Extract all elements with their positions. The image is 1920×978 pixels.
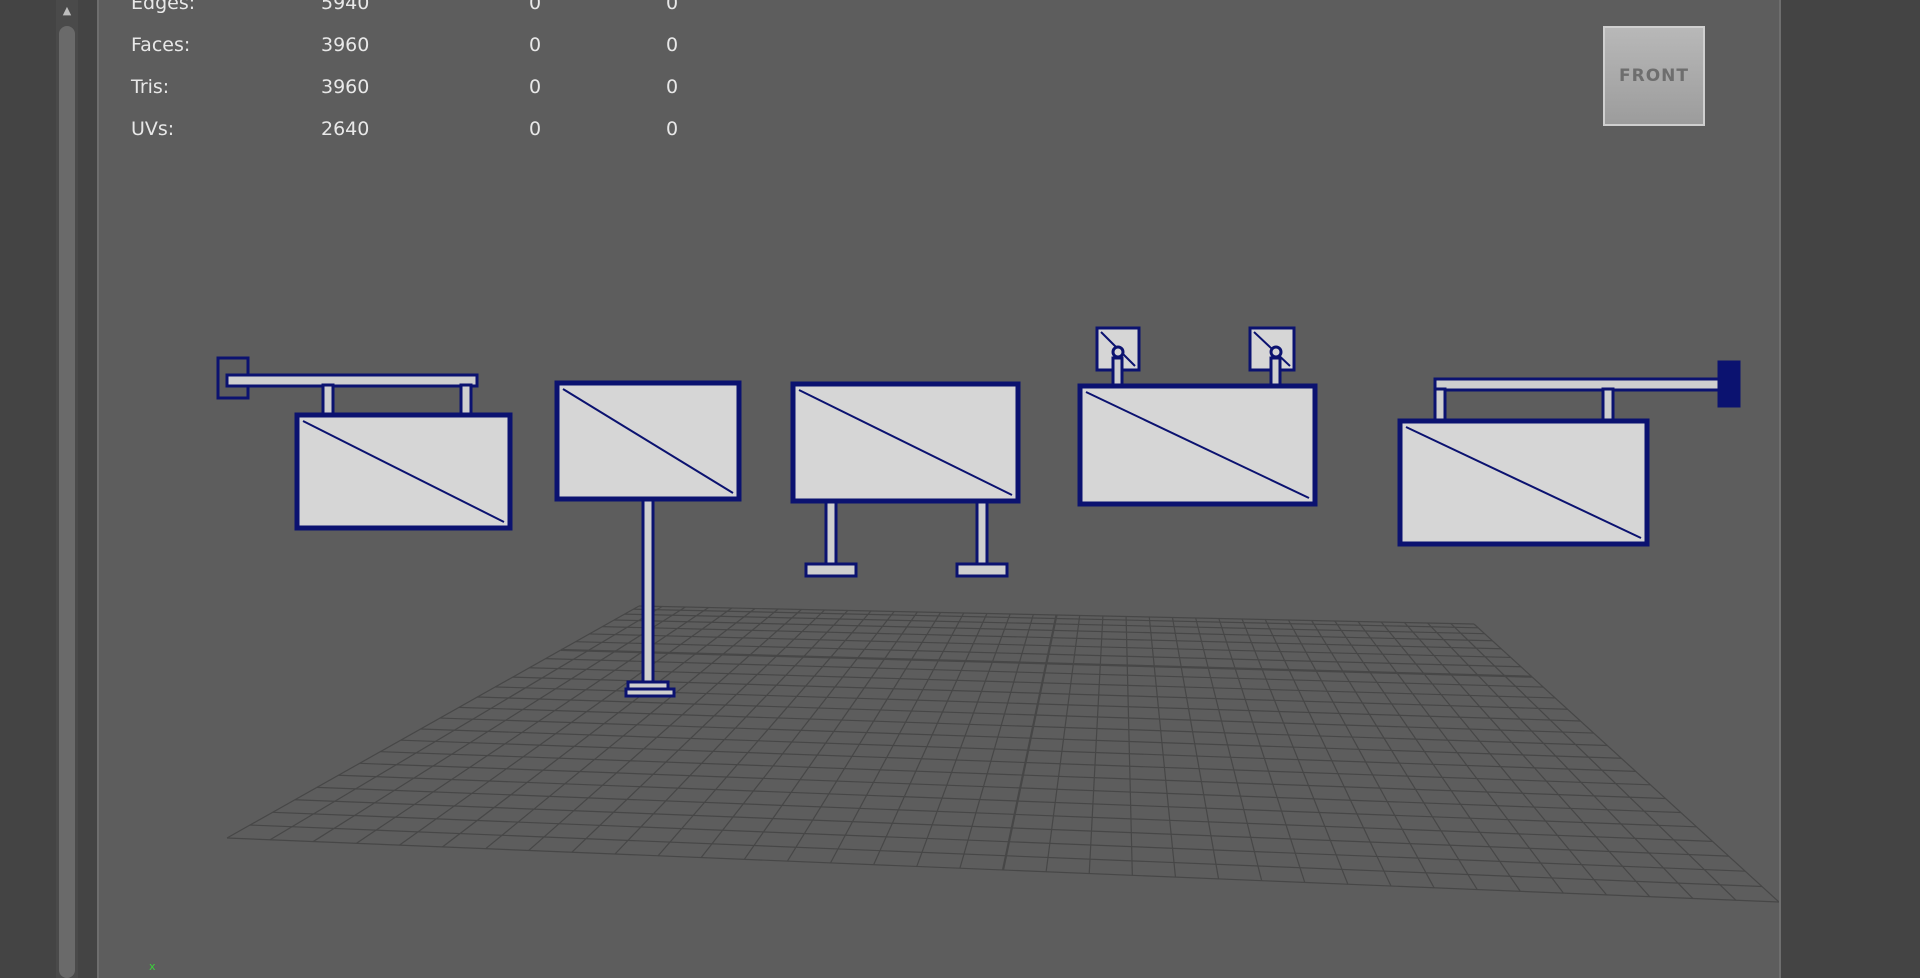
scene-view[interactable] [99,0,1779,978]
sign-two-legs[interactable] [790,381,1021,578]
scrollbar-thumb[interactable] [59,26,75,978]
viewport-scrollbar[interactable]: ▲ [56,0,78,978]
grid-line [1264,619,1392,887]
grid-line [743,611,918,860]
sign-ceiling-mount[interactable] [1077,326,1318,507]
sign-pole-single[interactable] [554,380,742,698]
grid-line [226,605,640,839]
grid-line [1473,623,1779,903]
axis-indicator-icon: x [149,964,161,970]
sign-hanging-left[interactable] [216,356,513,531]
grid-line [1171,617,1220,879]
grid-line [1450,623,1737,901]
grid-line [1311,620,1478,890]
right-side-panel [1781,0,1920,978]
grid-line [1357,621,1564,894]
grid-line [1218,618,1306,883]
grid-line [1125,616,1133,876]
grid-line [1427,622,1694,899]
grid-line [1088,615,1104,874]
3d-viewport[interactable]: Edges: 5940 0 0 Faces: 3960 0 0 Tris: 39… [97,0,1781,978]
left-gutter [0,0,97,978]
grid-line [1241,618,1349,885]
sign-hanging-right[interactable] [1397,360,1741,547]
ground-grid [226,605,1779,903]
grid-line [1148,616,1177,878]
grid-line [1195,617,1263,881]
grid-line [1403,622,1651,898]
grid-line [1380,621,1608,896]
up-arrow-icon[interactable]: ▲ [56,0,78,20]
grid-line [657,610,872,857]
